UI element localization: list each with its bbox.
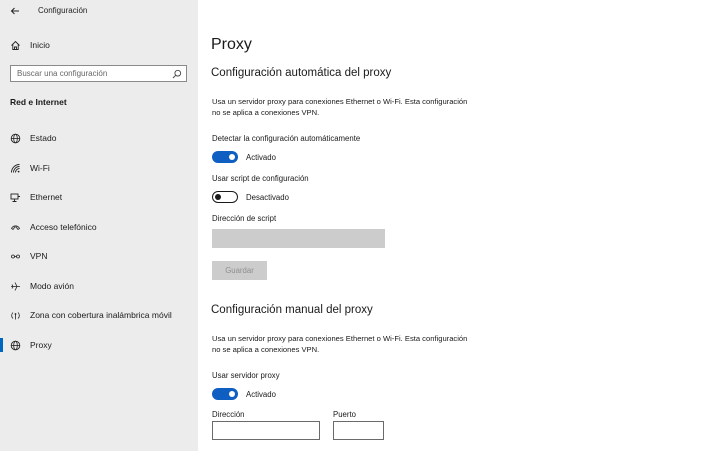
manual-proxy-description: Usa un servidor proxy para conexiones Et… [212,334,468,354]
auto-proxy-heading: Configuración automática del proxy [211,67,392,79]
sidebar-item-hotspot[interactable]: Zona con cobertura inalámbrica móvil [0,304,198,326]
sidebar-item-wifi[interactable]: Wi-Fi [0,157,198,179]
sidebar-item-label: Acceso telefónico [30,222,97,232]
airplane-icon [9,280,21,292]
port-input[interactable] [333,421,384,440]
toggle-knob [215,193,221,200]
address-label: Dirección [212,410,245,419]
toggle-state: Activado [246,152,276,162]
port-label: Puerto [333,410,356,419]
address-input[interactable] [212,421,320,440]
sidebar-item-vpn[interactable]: VPN [0,245,198,267]
sidebar-item-label: Ethernet [30,192,63,202]
app-title: Configuración [38,6,88,15]
back-arrow-icon [10,7,19,15]
sidebar-item-proxy[interactable]: Proxy [0,334,198,356]
home-icon [9,39,21,51]
sidebar-item-label: VPN [30,251,48,261]
sidebar-item-home[interactable]: Inicio [0,36,198,54]
toggle-knob [229,391,235,397]
vpn-icon [9,250,21,262]
detect-settings-label: Detectar la configuración automáticament… [212,134,361,143]
script-toggle[interactable]: Desactivado [212,191,289,203]
section-label: Red e Internet [10,97,67,107]
phone-icon [9,221,21,233]
sidebar: Configuración Inicio Red e Internet Esta… [0,0,198,451]
script-address-label: Dirección de script [212,214,277,223]
proxy-server-label: Usar servidor proxy [212,371,280,380]
back-button[interactable] [8,4,22,18]
script-label: Usar script de configuración [212,174,309,183]
script-address-input[interactable] [212,229,385,248]
sidebar-item-label: Estado [30,133,57,143]
page-title: Proxy [211,36,252,53]
sidebar-item-label: Proxy [30,340,52,350]
detect-settings-toggle[interactable]: Activado [212,151,276,163]
search-box[interactable] [10,65,187,82]
ethernet-icon [9,191,21,203]
sidebar-item-dialup[interactable]: Acceso telefónico [0,216,198,238]
toggle-switch[interactable] [212,191,238,203]
sidebar-item-label: Inicio [30,40,50,50]
manual-proxy-heading: Configuración manual del proxy [211,304,373,316]
toggle-knob [229,154,235,160]
title-bar: Configuración [0,0,198,22]
toggle-switch[interactable] [212,388,238,400]
proxy-server-toggle[interactable]: Activado [212,388,276,400]
globe-icon [9,132,21,144]
auto-proxy-description: Usa un servidor proxy para conexiones Et… [212,97,468,117]
sidebar-item-label: Zona con cobertura inalámbrica móvil [30,310,172,320]
main-content: Proxy Configuración automática del proxy… [198,0,720,451]
sidebar-item-label: Wi-Fi [30,163,50,173]
sidebar-item-airplane[interactable]: Modo avión [0,275,198,297]
sidebar-item-estado[interactable]: Estado [0,127,198,149]
sidebar-item-ethernet[interactable]: Ethernet [0,186,198,208]
toggle-state: Desactivado [246,192,289,202]
search-input[interactable] [11,66,167,81]
hotspot-icon [9,309,21,321]
sidebar-item-label: Modo avión [30,281,74,291]
save-button[interactable]: Guardar [212,261,267,280]
toggle-switch[interactable] [212,151,238,163]
wifi-icon [9,162,21,174]
toggle-state: Activado [246,389,276,399]
globe-icon [9,339,21,351]
search-icon[interactable] [172,69,182,79]
